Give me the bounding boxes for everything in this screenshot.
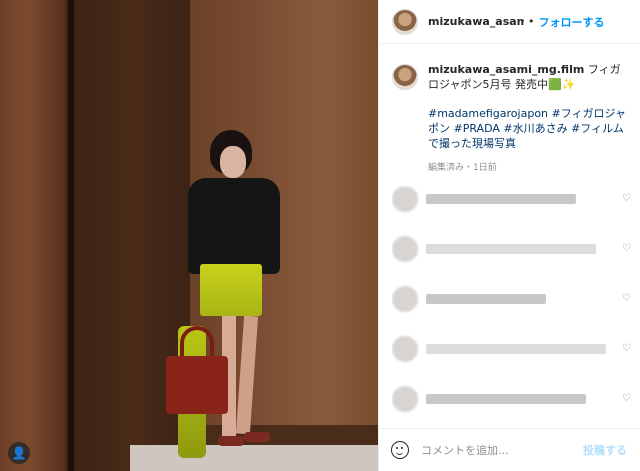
heart-icon[interactable]: ♡ bbox=[622, 394, 632, 404]
caption-body: mizukawa_asami_mg.film フィガロジャポン5月号 発売中🟩✨… bbox=[428, 62, 628, 176]
avatar bbox=[392, 186, 418, 212]
heart-icon[interactable]: ♡ bbox=[622, 294, 632, 304]
user-icon[interactable]: 👤 bbox=[8, 442, 30, 464]
caption-avatar[interactable] bbox=[392, 64, 418, 90]
post-header: mizukawa_asami_n • フォローする bbox=[379, 0, 640, 44]
list-item: ♡ bbox=[392, 336, 632, 362]
list-item: ♡ bbox=[392, 286, 632, 312]
comment-input[interactable] bbox=[421, 443, 583, 457]
blurred-comment bbox=[426, 394, 586, 404]
comment-box: 投稿する bbox=[379, 428, 640, 471]
heart-icon[interactable]: ♡ bbox=[622, 344, 632, 354]
leg-right bbox=[235, 315, 259, 435]
blurred-comment bbox=[426, 344, 606, 354]
caption-username[interactable]: mizukawa_asami_mg.film bbox=[428, 63, 584, 76]
emoji-icon[interactable] bbox=[391, 441, 409, 459]
blurred-comment bbox=[426, 244, 596, 254]
blurred-comment bbox=[426, 294, 546, 304]
photo-door-left bbox=[0, 0, 70, 471]
avatar bbox=[392, 286, 418, 312]
yellow-skirt bbox=[200, 264, 262, 316]
caption-hashtags[interactable]: #madamefigarojapon #フィガロジャポン #PRADA #水川あ… bbox=[428, 106, 628, 151]
shoe-left bbox=[218, 436, 244, 446]
post-button[interactable]: 投稿する bbox=[583, 442, 627, 458]
separator-dot: • bbox=[528, 15, 535, 28]
side-panel: mizukawa_asami_n • フォローする mizukawa_asami… bbox=[378, 0, 640, 471]
photo-person bbox=[166, 130, 290, 460]
caption: mizukawa_asami_mg.film フィガロジャポン5月号 発売中🟩✨… bbox=[392, 62, 632, 176]
avatar bbox=[392, 336, 418, 362]
post-meta: 編集済み・1日前 bbox=[428, 163, 497, 173]
comments-list: ♡ ♡ ♡ ♡ ♡ bbox=[392, 186, 632, 414]
follow-button[interactable]: フォローする bbox=[539, 14, 605, 30]
list-item: ♡ bbox=[392, 186, 632, 212]
shoe-right bbox=[244, 432, 270, 442]
heart-icon[interactable]: ♡ bbox=[622, 244, 632, 254]
list-item: ♡ bbox=[392, 386, 632, 412]
blurred-comment bbox=[426, 194, 576, 204]
header-username[interactable]: mizukawa_asami_n bbox=[428, 15, 524, 28]
red-handbag bbox=[166, 356, 228, 414]
caption-line: mizukawa_asami_mg.film フィガロジャポン5月号 発売中🟩✨ bbox=[428, 62, 628, 92]
face bbox=[220, 146, 246, 178]
list-item: ♡ bbox=[392, 236, 632, 262]
post-photo[interactable]: 👤 bbox=[0, 0, 378, 471]
avatar bbox=[392, 386, 418, 412]
avatar bbox=[392, 236, 418, 262]
heart-icon[interactable]: ♡ bbox=[622, 194, 632, 204]
avatar[interactable] bbox=[392, 8, 418, 35]
